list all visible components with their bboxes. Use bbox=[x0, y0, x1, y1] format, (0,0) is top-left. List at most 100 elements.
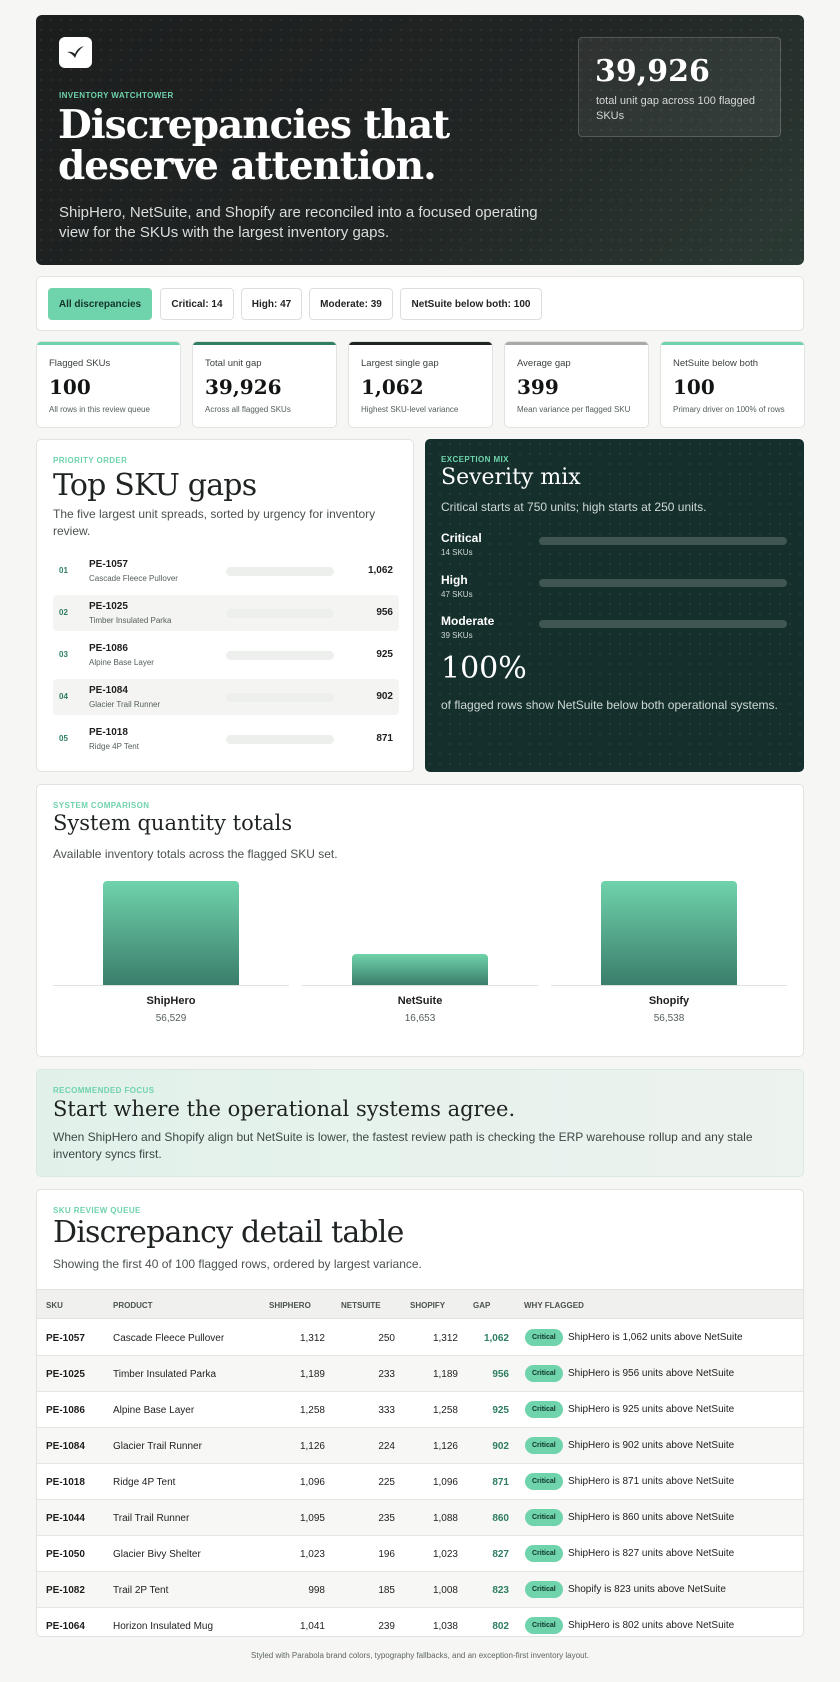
severity-badge: Critical bbox=[525, 1329, 563, 1346]
severity-badge: Critical bbox=[525, 1437, 563, 1454]
sku-gap-value: 956 bbox=[376, 607, 393, 618]
column-header-why-flagged[interactable]: WHY FLAGGED bbox=[524, 1301, 584, 1310]
cell-product: Glacier Bivy Shelter bbox=[113, 1549, 201, 1560]
severity-badge: Critical bbox=[525, 1509, 563, 1526]
kpi-value: 1,062 bbox=[361, 375, 424, 399]
page: INVENTORY WATCHTOWER Discrepancies that … bbox=[0, 0, 840, 1682]
severity-bar-track bbox=[539, 620, 787, 628]
recommended-description: When ShipHero and Shopify align but NetS… bbox=[53, 1130, 753, 1161]
systems-eyebrow: SYSTEM COMPARISON bbox=[53, 801, 150, 810]
severity-title: Severity mix bbox=[441, 465, 581, 490]
table-row[interactable]: PE-1084 Glacier Trail Runner 1,126 224 1,126… bbox=[37, 1428, 803, 1464]
table-row[interactable]: PE-1057 Cascade Fleece Pullover 1,312 250 1,… bbox=[37, 1320, 803, 1356]
kpi-accent-bar bbox=[37, 342, 180, 345]
table-description: Showing the first 40 of 100 flagged rows… bbox=[53, 1257, 422, 1271]
top-sku-row[interactable]: 05 PE-1018 Ridge 4P Tent 871 bbox=[53, 721, 399, 757]
filter-critical[interactable]: Critical: 14 bbox=[160, 288, 234, 320]
kpi-card-netsuite-below-both: NetSuite below both 100 Primary driver o… bbox=[660, 341, 805, 428]
cell-sku: PE-1018 bbox=[46, 1477, 85, 1488]
baseline bbox=[302, 985, 538, 986]
table-row[interactable]: PE-1086 Alpine Base Layer 1,258 333 1,258 925… bbox=[37, 1392, 803, 1428]
kpi-card-total-unit-gap: Total unit gap 39,926 Across all flagged… bbox=[192, 341, 337, 428]
table-row[interactable]: PE-1050 Glacier Bivy Shelter 1,023 196 1,023… bbox=[37, 1536, 803, 1572]
cell-product: Ridge 4P Tent bbox=[113, 1477, 176, 1488]
kpi-card-largest-gap: Largest single gap 1,062 Highest SKU-lev… bbox=[348, 341, 493, 428]
filter-high[interactable]: High: 47 bbox=[241, 288, 302, 320]
severity-bar-track bbox=[539, 537, 787, 545]
severity-badge: Critical bbox=[525, 1581, 563, 1598]
severity-mix-panel: EXCEPTION MIX Severity mix Critical star… bbox=[425, 439, 804, 772]
severity-row-moderate: Moderate 39 SKUs bbox=[441, 614, 787, 648]
netsuite-below-share: 100% bbox=[441, 651, 527, 686]
top-sku-row[interactable]: 04 PE-1084 Glacier Trail Runner 902 bbox=[53, 679, 399, 715]
sku-product-name: Timber Insulated Parka bbox=[89, 616, 172, 625]
kpi-value: 100 bbox=[49, 375, 91, 399]
cell-why-flagged: ShipHero is 802 units above NetSuite bbox=[568, 1620, 735, 1631]
cell-netsuite: 239 bbox=[378, 1621, 395, 1632]
hero-stat-value: 39,926 bbox=[595, 54, 710, 89]
cell-product: Trail Trail Runner bbox=[113, 1513, 190, 1524]
severity-eyebrow: EXCEPTION MIX bbox=[441, 455, 509, 464]
cell-shiphero: 1,096 bbox=[299, 1477, 325, 1488]
baseline bbox=[551, 985, 787, 986]
severity-count: 39 SKUs bbox=[441, 631, 473, 640]
system-name: Shopify bbox=[648, 995, 690, 1007]
table-row[interactable]: PE-1044 Trail Trail Runner 1,095 235 1,088 86… bbox=[37, 1500, 803, 1536]
kpi-label: Flagged SKUs bbox=[49, 358, 111, 369]
cell-gap: 827 bbox=[492, 1549, 509, 1560]
kpi-label: NetSuite below both bbox=[673, 358, 759, 369]
system-total: 16,653 bbox=[404, 1013, 436, 1024]
filter-all-discrepancies[interactable]: All discrepancies bbox=[48, 288, 152, 320]
cell-shiphero: 1,258 bbox=[299, 1405, 325, 1416]
column-header-shiphero[interactable]: SHIPHERO bbox=[269, 1301, 311, 1310]
filter-moderate[interactable]: Moderate: 39 bbox=[309, 288, 393, 320]
cell-shiphero: 1,023 bbox=[299, 1549, 325, 1560]
sku-product-name: Ridge 4P Tent bbox=[89, 742, 139, 751]
top-sku-row[interactable]: 01 PE-1057 Cascade Fleece Pullover 1,062 bbox=[53, 553, 399, 589]
cell-gap: 860 bbox=[492, 1513, 509, 1524]
sku-rank: 03 bbox=[59, 650, 68, 659]
hero-lede: ShipHero, NetSuite, and Shopify are reco… bbox=[59, 204, 538, 241]
cell-netsuite: 333 bbox=[378, 1405, 395, 1416]
severity-bar-track bbox=[539, 579, 787, 587]
top-description: The five largest unit spreads, sorted by… bbox=[53, 507, 376, 538]
sku-product-name: Alpine Base Layer bbox=[89, 658, 154, 667]
system-bar bbox=[601, 881, 737, 985]
kpi-value: 100 bbox=[673, 375, 715, 399]
kpi-accent-bar bbox=[193, 342, 336, 345]
column-header-netsuite[interactable]: NETSUITE bbox=[341, 1301, 381, 1310]
table-title: Discrepancy detail table bbox=[53, 1215, 404, 1250]
table-row[interactable]: PE-1064 Horizon Insulated Mug 1,041 239 1,03… bbox=[37, 1608, 803, 1636]
cell-netsuite: 224 bbox=[378, 1441, 395, 1452]
table-row[interactable]: PE-1025 Timber Insulated Parka 1,189 233 1,1… bbox=[37, 1356, 803, 1392]
sku-code: PE-1084 bbox=[89, 685, 128, 696]
severity-badge: Critical bbox=[525, 1473, 563, 1490]
sku-product-name: Cascade Fleece Pullover bbox=[89, 574, 178, 583]
top-sku-row[interactable]: 02 PE-1025 Timber Insulated Parka 956 bbox=[53, 595, 399, 631]
gap-bar-track bbox=[226, 651, 334, 660]
cell-sku: PE-1025 bbox=[46, 1369, 85, 1380]
column-header-gap[interactable]: GAP bbox=[473, 1301, 490, 1310]
cell-netsuite: 235 bbox=[378, 1513, 395, 1524]
filter-netsuite-below-both[interactable]: NetSuite below both: 100 bbox=[400, 288, 542, 320]
cell-product: Timber Insulated Parka bbox=[113, 1369, 217, 1380]
top-sku-row[interactable]: 03 PE-1086 Alpine Base Layer 925 bbox=[53, 637, 399, 673]
severity-row-high: High 47 SKUs bbox=[441, 573, 787, 607]
kpi-subtext: All rows in this review queue bbox=[49, 405, 150, 414]
severity-count: 14 SKUs bbox=[441, 548, 473, 557]
column-header-sku[interactable]: SKU bbox=[46, 1301, 63, 1310]
cell-gap: 925 bbox=[492, 1405, 509, 1416]
cell-gap: 871 bbox=[492, 1477, 509, 1488]
system-total: 56,538 bbox=[653, 1013, 685, 1024]
recommended-focus-callout: RECOMMENDED FOCUS Start where the operat… bbox=[36, 1069, 804, 1177]
column-header-shopify[interactable]: SHOPIFY bbox=[410, 1301, 445, 1310]
column-header-product[interactable]: PRODUCT bbox=[113, 1301, 153, 1310]
table-row[interactable]: PE-1082 Trail 2P Tent 998 185 1,008 823 Critic… bbox=[37, 1572, 803, 1608]
hero-stat-card: 39,926 total unit gap across 100 flagged… bbox=[578, 37, 781, 137]
sku-gap-value: 871 bbox=[376, 733, 393, 744]
cell-product: Alpine Base Layer bbox=[113, 1405, 195, 1416]
table-row[interactable]: PE-1018 Ridge 4P Tent 1,096 225 1,096 871 Crit… bbox=[37, 1464, 803, 1500]
baseline bbox=[53, 985, 289, 986]
system-total: 56,529 bbox=[155, 1013, 187, 1024]
cell-product: Glacier Trail Runner bbox=[113, 1441, 202, 1452]
